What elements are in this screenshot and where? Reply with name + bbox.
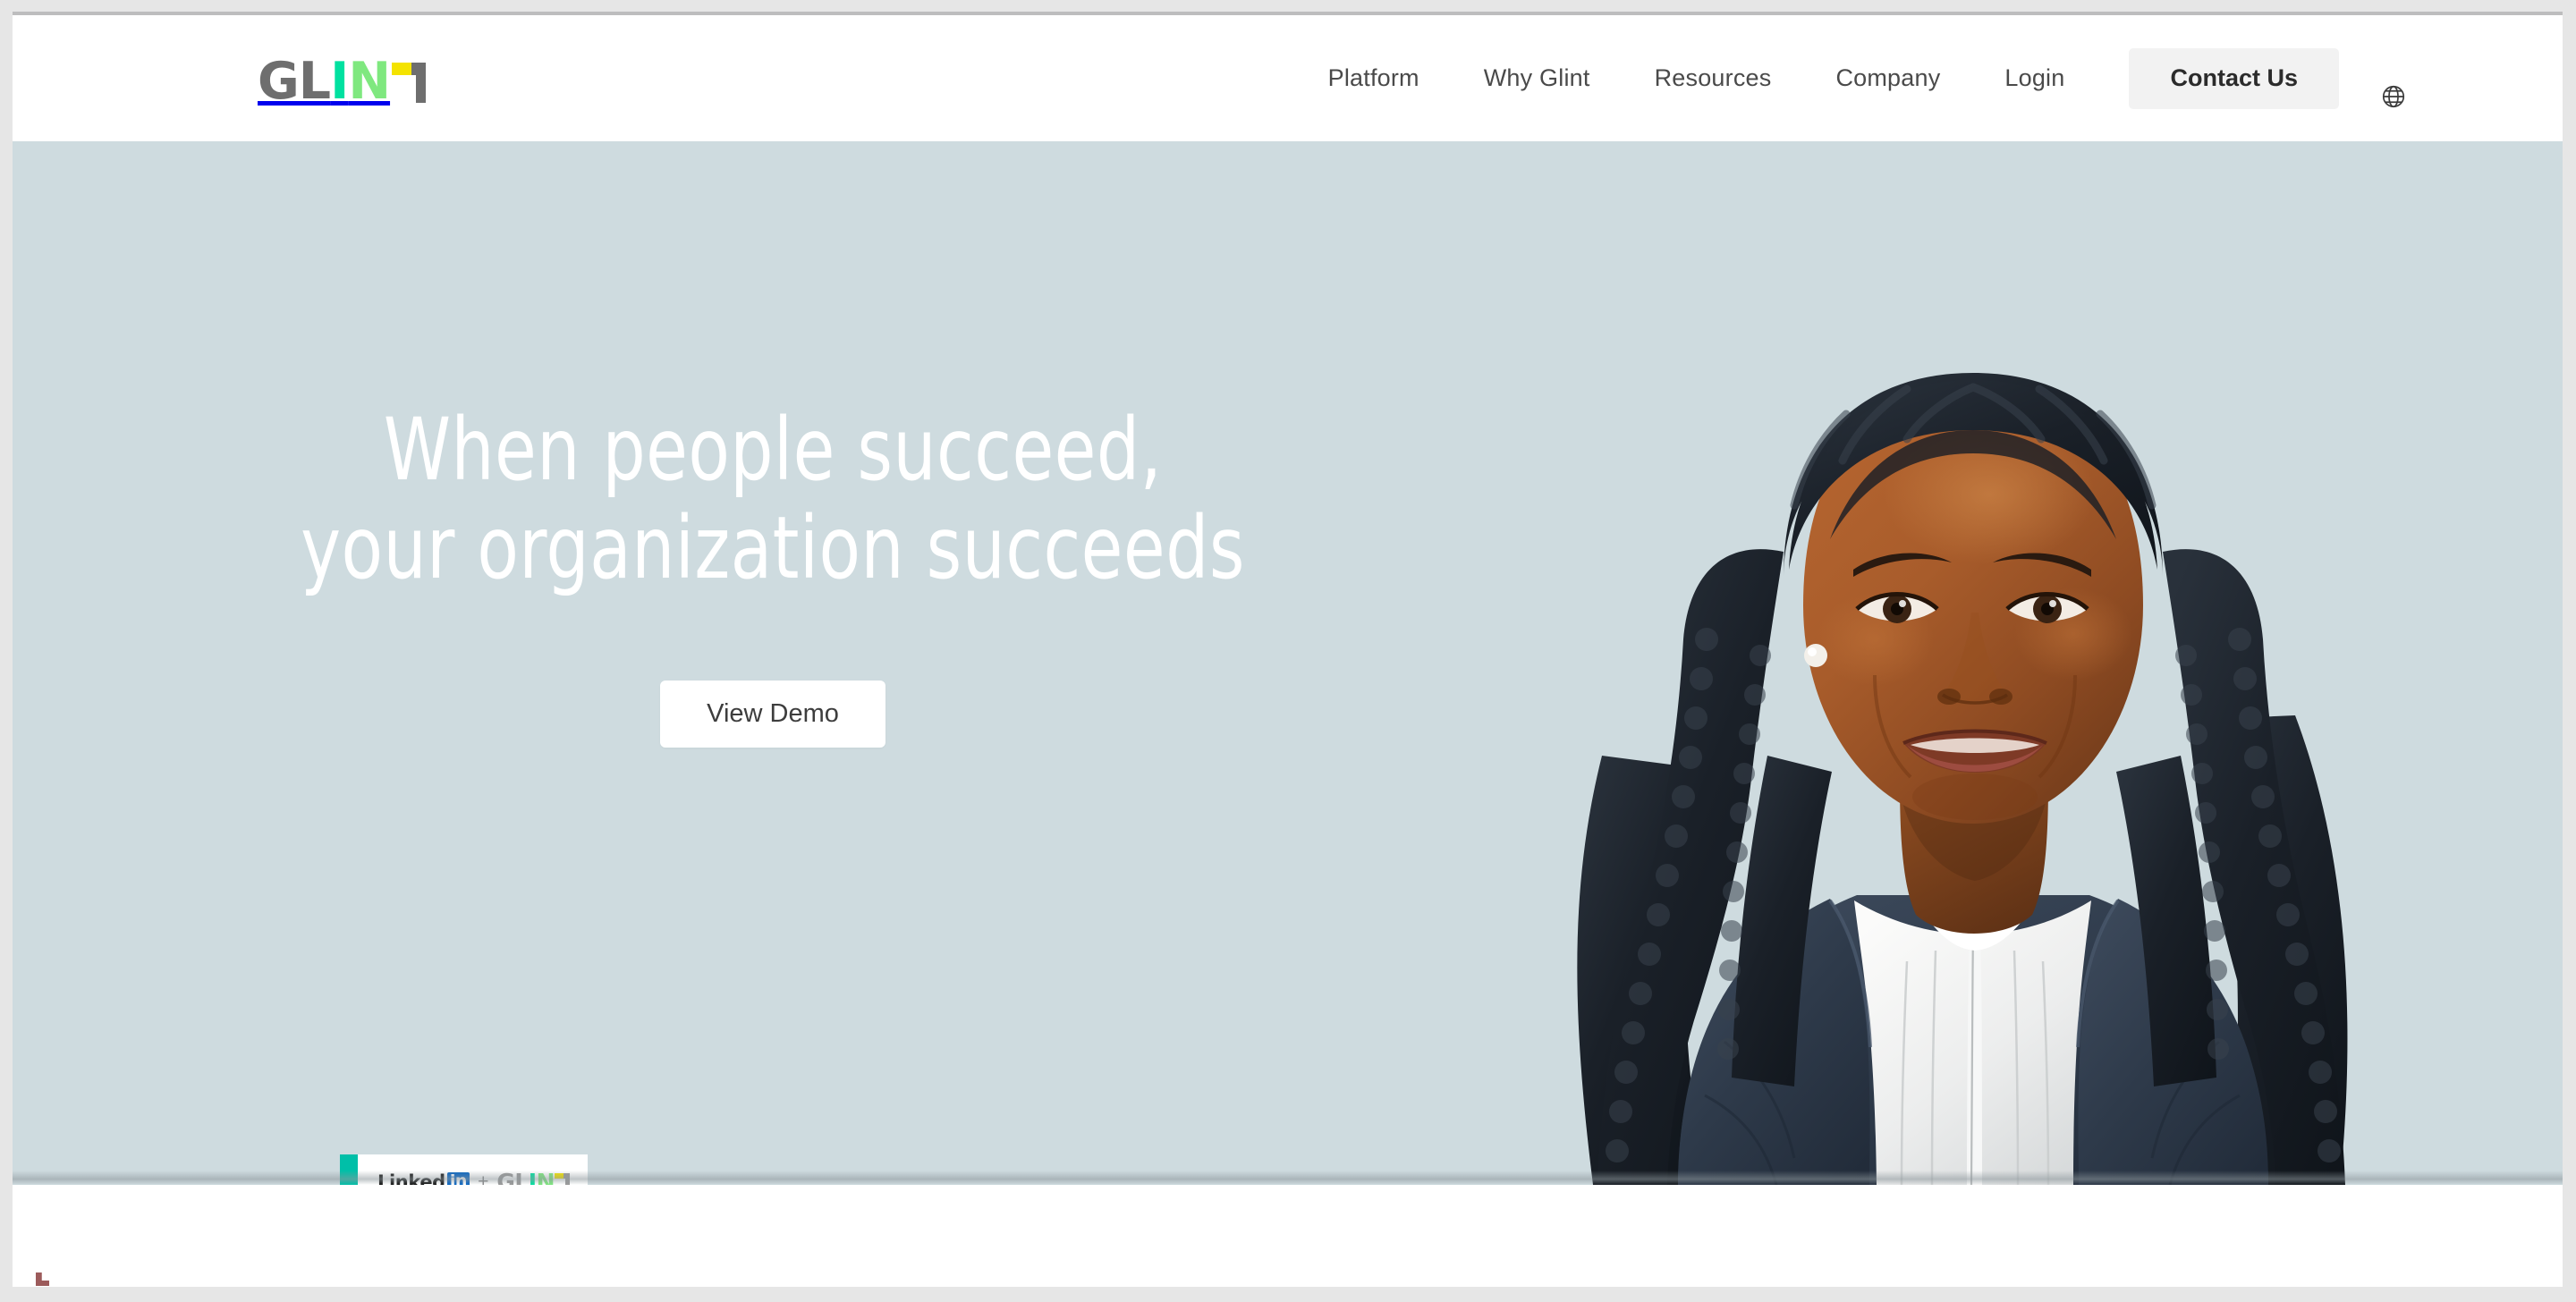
main-navigation: Platform Why Glint Resources Company Log…: [1296, 15, 2339, 141]
hero-portrait-image: [1410, 255, 2411, 1185]
nav-item-platform[interactable]: Platform: [1296, 64, 1452, 92]
badge-glint-t-stem: [565, 1173, 571, 1185]
glint-logo[interactable]: GL I N: [258, 52, 429, 111]
logo-n-text: N: [348, 52, 391, 111]
below-hero-section: [13, 1185, 2563, 1287]
badge-glint-t-mark: [555, 1172, 572, 1185]
page-corner-mark: [36, 1272, 49, 1286]
logo-gl-text: GL: [258, 52, 331, 111]
nav-item-resources[interactable]: Resources: [1623, 64, 1804, 92]
badge-glint-gl: GL: [496, 1169, 529, 1185]
browser-chrome-strip: [0, 0, 2576, 12]
hero-heading: When people succeed, your organization s…: [301, 400, 1245, 599]
site-header: GL I N Platform Why Glint Resources Compan…: [13, 15, 2563, 141]
nav-item-login[interactable]: Login: [1972, 64, 2097, 92]
nav-item-company[interactable]: Company: [1803, 64, 1972, 92]
badge-accent-bar: [340, 1154, 358, 1185]
linkedin-in-mark: in: [446, 1172, 470, 1185]
badge-content: Linked in + GL I N: [358, 1154, 589, 1185]
badge-glint-logo: GL I N: [496, 1169, 572, 1185]
nav-item-why-glint[interactable]: Why Glint: [1452, 64, 1623, 92]
logo-t-mark: [392, 60, 429, 103]
linkedin-logo: Linked in: [377, 1171, 470, 1185]
linkedin-wordmark: Linked: [377, 1171, 445, 1185]
view-demo-button[interactable]: View Demo: [660, 680, 886, 748]
hero-section: When people succeed, your organization s…: [13, 141, 2563, 1185]
linkedin-glint-partner-badge[interactable]: Linked in + GL I N: [340, 1154, 589, 1185]
page-viewport: GL I N Platform Why Glint Resources Compan…: [13, 15, 2563, 1287]
globe-icon[interactable]: [2375, 78, 2412, 115]
contact-us-button[interactable]: Contact Us: [2129, 47, 2339, 109]
browser-shell: GL I N Platform Why Glint Resources Compan…: [0, 0, 2576, 1302]
hero-copy-block: When people succeed, your organization s…: [13, 141, 1533, 748]
logo-i-text: I: [330, 52, 349, 111]
logo-t-stem: [416, 63, 427, 103]
badge-glint-n: N: [536, 1169, 555, 1185]
badge-plus-sign: +: [478, 1171, 489, 1185]
badge-glint-i: I: [528, 1169, 537, 1185]
